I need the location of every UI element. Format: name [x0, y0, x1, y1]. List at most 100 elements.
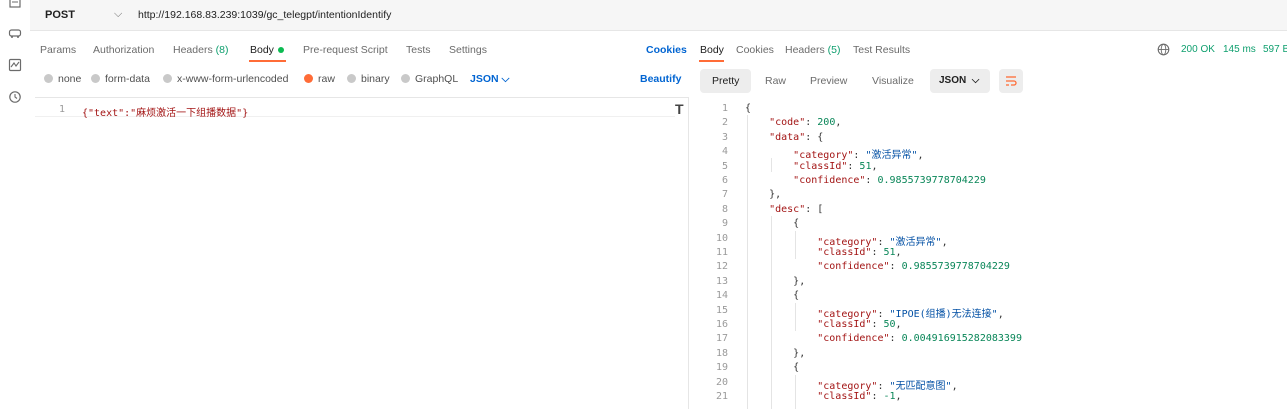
response-tab-cookies[interactable]: Cookies: [736, 44, 774, 56]
radio-graphql-label: GraphQL: [415, 73, 459, 85]
response-code-line[interactable]: },: [745, 189, 781, 200]
active-tab-indicator: [249, 60, 286, 62]
view-visualize[interactable]: Visualize: [860, 69, 926, 93]
request-url-bar: POST ⌵ http://192.168.83.239:1039/gc_tel…: [30, 0, 1287, 31]
beautify-button[interactable]: Beautify: [640, 73, 681, 85]
text-cursor-icon: T: [675, 101, 684, 117]
environments-icon[interactable]: [8, 26, 22, 40]
response-line-number: 15: [715, 304, 728, 316]
response-size[interactable]: 597 B: [1263, 44, 1287, 55]
response-line-number: 13: [715, 275, 728, 287]
response-code-line[interactable]: "classId": 51,: [745, 161, 877, 172]
response-code-line[interactable]: {: [745, 103, 751, 114]
response-code-line[interactable]: "classId": 50,: [745, 319, 901, 330]
radio-form-data[interactable]: form-data: [91, 73, 150, 85]
response-code-line[interactable]: "confidence": 0.9855739778704229: [745, 175, 986, 186]
response-line-number: 3: [721, 131, 728, 143]
response-code-line[interactable]: "category": "激活异常",: [745, 233, 947, 248]
response-code-line[interactable]: "confidence": 0.004916915282083399: [745, 333, 1022, 344]
history-icon[interactable]: [8, 90, 22, 104]
response-body-viewer[interactable]: 1 {2 "code": 200, 3 "data": { 4 "category":…: [697, 101, 1287, 409]
pane-divider[interactable]: [688, 97, 689, 409]
cookies-link[interactable]: Cookies: [646, 44, 687, 56]
radio-urlencoded[interactable]: x-www-form-urlencoded: [163, 73, 288, 85]
http-method-select[interactable]: POST: [45, 9, 75, 21]
tab-headers[interactable]: Headers (8): [173, 44, 228, 56]
request-body-editor[interactable]: 1 {"text":"麻烦激活一下组播数据"} T: [35, 97, 689, 410]
globe-icon[interactable]: [1157, 43, 1170, 59]
response-code-line[interactable]: "category": "无匹配意图",: [745, 377, 957, 392]
response-code-line[interactable]: {: [745, 362, 799, 373]
response-code-line[interactable]: "classId": -1,: [745, 391, 901, 402]
response-code-line[interactable]: },: [745, 276, 805, 287]
response-tab-headers-label: Headers: [785, 44, 825, 56]
response-tab-headers[interactable]: Headers (5): [785, 44, 840, 56]
radio-none-label: none: [58, 73, 82, 85]
tab-tests[interactable]: Tests: [406, 44, 431, 56]
radio-circle: [347, 74, 356, 83]
response-line-number: 17: [715, 333, 728, 345]
response-format-label: JSON: [939, 75, 967, 86]
response-code-line[interactable]: "category": "IPOE(组播)无法连接",: [745, 305, 1003, 320]
response-line-number: 5: [721, 160, 728, 172]
response-code-line[interactable]: "data": {: [745, 132, 823, 143]
tab-body-label: Body: [250, 44, 274, 56]
monitors-icon[interactable]: [8, 58, 22, 72]
response-code-line[interactable]: "category": "激活异常",: [745, 146, 923, 161]
chevron-down-icon: ⌵: [501, 73, 510, 85]
tab-prerequest-script[interactable]: Pre-request Script: [303, 44, 388, 56]
status-code[interactable]: 200 OK: [1181, 44, 1215, 55]
collections-icon[interactable]: [8, 0, 22, 10]
radio-circle-selected: [304, 74, 313, 83]
response-code-line[interactable]: "desc": [: [745, 204, 823, 215]
response-line-number: 18: [715, 347, 728, 359]
response-line-number: 9: [721, 218, 728, 230]
radio-none[interactable]: none: [44, 73, 81, 85]
radio-binary-label: binary: [361, 73, 390, 85]
response-format-select[interactable]: JSON ⌵: [930, 69, 990, 93]
response-code-line[interactable]: "confidence": 0.9855739778704229: [745, 261, 1010, 272]
view-preview[interactable]: Preview: [798, 69, 859, 93]
response-line-number: 8: [721, 203, 728, 215]
radio-raw-label: raw: [318, 73, 335, 85]
editor-content[interactable]: {"text":"麻烦激活一下组播数据"}: [82, 104, 248, 119]
response-line-number: 20: [715, 376, 728, 388]
response-line-number: 11: [715, 247, 728, 258]
radio-graphql[interactable]: GraphQL: [401, 73, 458, 85]
tab-authorization[interactable]: Authorization: [93, 44, 154, 56]
response-line-number: 12: [715, 261, 728, 273]
tab-settings[interactable]: Settings: [449, 44, 487, 56]
view-raw[interactable]: Raw: [753, 69, 798, 93]
chevron-down-icon[interactable]: ⌵: [114, 8, 122, 21]
response-line-number: 19: [715, 362, 728, 374]
response-code-line[interactable]: {: [745, 290, 799, 301]
response-tab-test-results[interactable]: Test Results: [853, 44, 910, 56]
response-code-line[interactable]: "code": 200,: [745, 117, 841, 128]
radio-binary[interactable]: binary: [347, 73, 390, 85]
response-line-number: 4: [721, 146, 728, 158]
response-line-number: 14: [715, 290, 728, 302]
response-time[interactable]: 145 ms: [1223, 44, 1256, 55]
radio-form-data-label: form-data: [105, 73, 150, 85]
response-view-toolbar: Pretty Raw Preview Visualize JSON ⌵: [697, 69, 1287, 95]
wrap-icon: [1006, 76, 1017, 86]
response-line-number: 2: [721, 117, 728, 129]
view-pretty[interactable]: Pretty: [700, 69, 752, 93]
response-code-line[interactable]: "classId": 51,: [745, 247, 901, 258]
tab-params[interactable]: Params: [40, 44, 76, 56]
url-input[interactable]: http://192.168.83.239:1039/gc_telegpt/in…: [138, 9, 391, 21]
response-line-number: 1: [721, 103, 728, 114]
editor-line: 1 {"text":"麻烦激活一下组播数据"}: [35, 102, 675, 119]
response-code-line[interactable]: },: [745, 348, 805, 359]
body-format-select[interactable]: JSON ⌵: [470, 73, 509, 86]
headers-count-badge: (8): [215, 44, 229, 56]
response-line-number: 16: [715, 319, 728, 330]
radio-raw[interactable]: raw: [304, 73, 335, 85]
tab-body[interactable]: Body: [250, 44, 284, 56]
chevron-down-icon: ⌵: [971, 75, 980, 86]
response-code-line[interactable]: {: [745, 218, 799, 229]
response-tab-body[interactable]: Body: [700, 44, 724, 56]
wrap-lines-button[interactable]: [999, 69, 1023, 93]
response-line-number: 21: [715, 391, 728, 402]
tab-headers-label: Headers: [173, 44, 213, 56]
